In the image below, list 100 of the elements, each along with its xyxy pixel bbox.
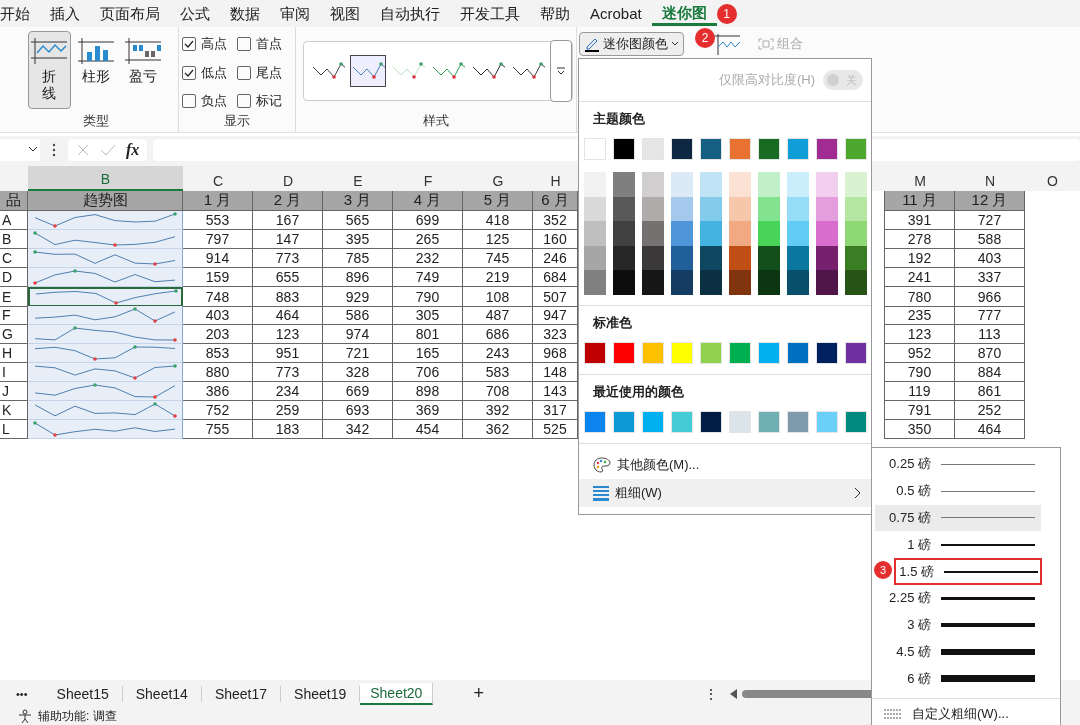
color-swatch[interactable] bbox=[816, 221, 838, 246]
color-swatch[interactable] bbox=[729, 221, 751, 246]
sparkline-cell[interactable] bbox=[28, 363, 183, 382]
axis-icon[interactable] bbox=[712, 33, 742, 55]
line-weight-option[interactable]: 6 磅 bbox=[875, 665, 1041, 693]
color-swatch[interactable] bbox=[758, 245, 780, 270]
line-weight-option[interactable]: 1 磅 bbox=[875, 531, 1041, 559]
menu-tab[interactable]: 插入 bbox=[40, 1, 90, 26]
color-swatch[interactable] bbox=[845, 221, 867, 246]
color-swatch[interactable] bbox=[816, 341, 838, 364]
color-swatch[interactable] bbox=[787, 221, 809, 246]
check-icon[interactable] bbox=[100, 142, 116, 157]
color-swatch[interactable] bbox=[671, 270, 693, 295]
checkbox[interactable]: 低点 bbox=[182, 63, 237, 82]
name-box[interactable] bbox=[0, 138, 40, 161]
color-swatch[interactable] bbox=[613, 270, 635, 295]
sparkline-type-button[interactable]: 柱形 bbox=[74, 31, 118, 109]
color-swatch[interactable] bbox=[700, 245, 722, 270]
color-swatch[interactable] bbox=[584, 270, 606, 295]
menu-tab[interactable]: 数据 bbox=[220, 1, 270, 26]
color-swatch[interactable] bbox=[613, 221, 635, 246]
menu-tab[interactable]: 帮助 bbox=[530, 1, 580, 26]
color-swatch[interactable] bbox=[845, 341, 867, 364]
color-swatch[interactable] bbox=[816, 196, 838, 221]
color-swatch[interactable] bbox=[613, 341, 635, 364]
sparkline-cell[interactable] bbox=[28, 230, 183, 249]
color-swatch[interactable] bbox=[671, 196, 693, 221]
color-swatch[interactable] bbox=[642, 341, 664, 364]
color-swatch[interactable] bbox=[613, 245, 635, 270]
column-header[interactable]: F bbox=[393, 166, 463, 191]
color-swatch[interactable] bbox=[845, 270, 867, 295]
sparkline-cell[interactable] bbox=[28, 420, 183, 439]
color-swatch[interactable] bbox=[845, 245, 867, 270]
color-swatch[interactable] bbox=[671, 341, 693, 364]
color-swatch[interactable] bbox=[642, 270, 664, 295]
sheet-tab[interactable]: Sheet15 bbox=[43, 685, 123, 702]
color-swatch[interactable] bbox=[613, 196, 635, 221]
color-swatch[interactable] bbox=[642, 245, 664, 270]
sparkline-cell[interactable] bbox=[28, 344, 183, 363]
color-swatch[interactable] bbox=[816, 172, 838, 197]
color-swatch[interactable] bbox=[845, 410, 867, 433]
menu-tab[interactable]: 开始 bbox=[0, 1, 40, 26]
color-swatch[interactable] bbox=[613, 138, 635, 160]
menu-tab[interactable]: 开发工具 bbox=[450, 1, 530, 26]
accessibility-icon[interactable] bbox=[18, 709, 32, 723]
menu-tab[interactable]: 公式 bbox=[170, 1, 220, 26]
more-sheets-button[interactable]: ••• bbox=[0, 687, 44, 700]
color-swatch[interactable] bbox=[642, 138, 664, 160]
sparkline-style[interactable] bbox=[350, 55, 387, 87]
color-swatch[interactable] bbox=[700, 221, 722, 246]
menu-tab[interactable]: 页面布局 bbox=[90, 1, 170, 26]
sparkline-cell[interactable] bbox=[28, 249, 183, 268]
column-header[interactable]: N bbox=[955, 166, 1025, 191]
line-weight-option[interactable]: 0.5 磅 bbox=[875, 477, 1041, 505]
color-swatch[interactable] bbox=[816, 245, 838, 270]
line-weight-option[interactable]: 0.25 磅 bbox=[875, 451, 1041, 478]
color-swatch[interactable] bbox=[758, 410, 780, 433]
color-swatch[interactable] bbox=[787, 138, 809, 160]
color-swatch[interactable] bbox=[671, 172, 693, 197]
color-swatch[interactable] bbox=[787, 172, 809, 197]
sparkline-color-button[interactable]: 迷你图颜色 bbox=[579, 32, 684, 56]
color-swatch[interactable] bbox=[787, 410, 809, 433]
color-swatch[interactable] bbox=[671, 245, 693, 270]
column-header[interactable]: M bbox=[885, 166, 955, 191]
color-swatch[interactable] bbox=[671, 410, 693, 433]
sparkline-cell[interactable] bbox=[28, 306, 183, 325]
column-header[interactable]: B bbox=[28, 166, 183, 191]
color-swatch[interactable] bbox=[729, 245, 751, 270]
color-swatch[interactable] bbox=[642, 196, 664, 221]
column-header[interactable]: E bbox=[323, 166, 393, 191]
line-weight-option[interactable]: 3 磅 bbox=[875, 611, 1041, 639]
color-swatch[interactable] bbox=[758, 138, 780, 160]
line-weight-item[interactable]: 粗细(W) bbox=[579, 478, 871, 507]
sparkline-cell[interactable] bbox=[28, 211, 183, 230]
sheet-tab[interactable]: Sheet17 bbox=[201, 685, 282, 702]
color-swatch[interactable] bbox=[642, 221, 664, 246]
sparkline-cell[interactable] bbox=[28, 268, 183, 287]
color-swatch[interactable] bbox=[700, 196, 722, 221]
color-swatch[interactable] bbox=[700, 270, 722, 295]
sparkline-type-button[interactable]: 折线 bbox=[27, 31, 71, 109]
column-header[interactable]: H bbox=[533, 166, 578, 191]
sheet-tab[interactable]: Sheet14 bbox=[122, 685, 202, 702]
checkbox[interactable]: 负点 bbox=[182, 92, 237, 111]
color-swatch[interactable] bbox=[816, 410, 838, 433]
sheet-tab[interactable]: Sheet20 bbox=[360, 682, 434, 705]
color-swatch[interactable] bbox=[787, 196, 809, 221]
color-swatch[interactable] bbox=[729, 138, 751, 160]
more-icon[interactable] bbox=[52, 142, 56, 157]
color-swatch[interactable] bbox=[584, 138, 606, 160]
menu-tab[interactable]: 审阅 bbox=[270, 1, 320, 26]
checkbox[interactable]: 尾点 bbox=[237, 63, 292, 82]
color-swatch[interactable] bbox=[758, 221, 780, 246]
color-swatch[interactable] bbox=[642, 172, 664, 197]
add-sheet-button[interactable]: + bbox=[473, 683, 484, 704]
column-header[interactable]: O bbox=[1025, 166, 1080, 191]
line-weight-option[interactable]: 0.75 磅 bbox=[875, 504, 1041, 532]
options-button[interactable]: ⋮ bbox=[703, 685, 718, 702]
color-swatch[interactable] bbox=[613, 410, 635, 433]
custom-weight-item[interactable]: 自定义粗细(W)... bbox=[872, 698, 1060, 724]
color-swatch[interactable] bbox=[642, 410, 664, 433]
